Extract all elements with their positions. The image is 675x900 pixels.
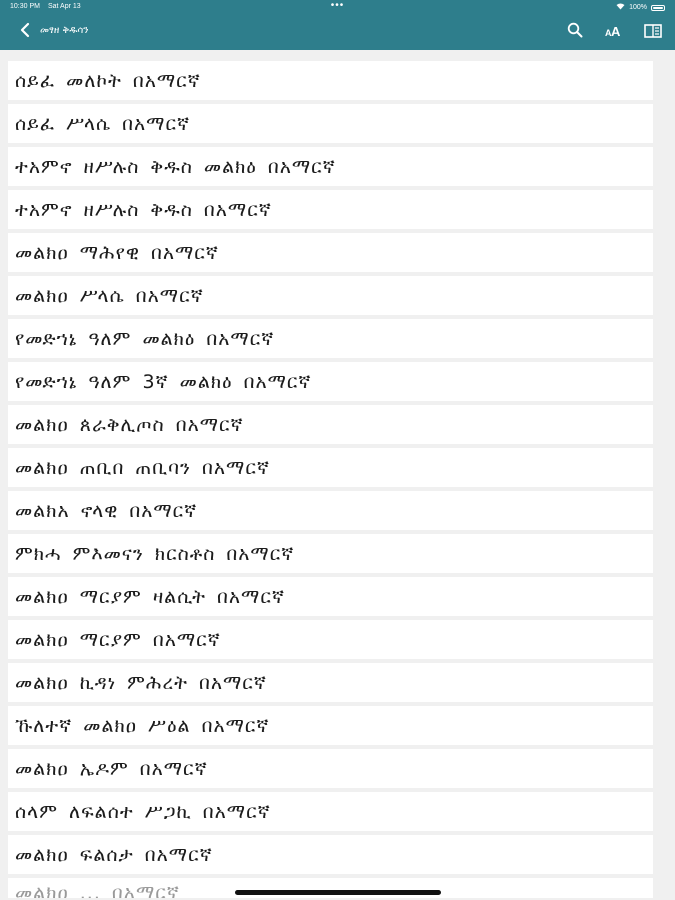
list-item[interactable]: የመድኀኔ ዓለም 3ኛ መልክዕ በአማርኛ (8, 362, 653, 401)
list-item[interactable]: ሰላም ለፍልሰተ ሥጋኪ በአማርኛ (8, 792, 653, 831)
multitasking-dots[interactable]: ••• (0, 0, 675, 12)
list-item[interactable]: መልክዐ ሥላሴ በአማርኛ (8, 276, 653, 315)
list-item[interactable]: መልክዐ ማሕየዊ በአማርኛ (8, 233, 653, 272)
list-item[interactable]: መልክዐ ጠቢበ ጠቢባን በአማርኛ (8, 448, 653, 487)
list-item[interactable]: ተአምኖ ዘሥሉስ ቅዱስ መልክዕ በአማርኛ (8, 147, 653, 186)
list-item[interactable]: መልክዐ ፍልሰታ በአማርኛ (8, 835, 653, 874)
font-size-button[interactable]: AA (603, 21, 625, 43)
page-title: መፃዘ ቅዱሳን (40, 25, 89, 36)
list-item[interactable]: መልክዐ ጰራቅሊጦስ በአማርኛ (8, 405, 653, 444)
list-item[interactable]: ምክሓ ምእመናን ክርስቶስ በአማርኛ (8, 534, 653, 573)
list-item[interactable]: ተአምኖ ዘሥሉስ ቅዱስ በአማርኛ (8, 190, 653, 229)
chevron-left-icon (19, 22, 31, 42)
status-right: 100% (616, 3, 665, 12)
back-button[interactable] (14, 21, 36, 43)
prayer-list[interactable]: ሰይፈ መለኮት በአማርኛ ሰይፈ ሥላሴ በአማርኛ ተአምኖ ዘሥሉስ ቅ… (0, 50, 675, 900)
list-item[interactable]: ሰይፈ ሥላሴ በአማርኛ (8, 104, 653, 143)
battery-percent: 100% (629, 4, 647, 11)
search-button[interactable] (564, 21, 586, 43)
wifi-icon (616, 3, 625, 12)
list-item-partial[interactable]: መልክዐ ... በአማርኛ (8, 878, 653, 898)
list-item[interactable]: መልክዐ ኤዶም በአማርኛ (8, 749, 653, 788)
reader-button[interactable] (642, 21, 664, 43)
search-icon (567, 22, 583, 42)
list-item[interactable]: የመድኀኔ ዓለም መልክዕ በአማርኛ (8, 319, 653, 358)
font-size-icon: AA (605, 24, 623, 41)
list-item[interactable]: መልክዐ ማርያም በአማርኛ (8, 620, 653, 659)
home-indicator[interactable] (235, 890, 441, 895)
list-item[interactable]: መልክዐ ኪዳነ ምሕረት በአማርኛ (8, 663, 653, 702)
svg-text:A: A (611, 24, 621, 38)
list-item[interactable]: መልክአ ኖላዊ በአማርኛ (8, 491, 653, 530)
list-item[interactable]: መልክዐ ማርያም ዛልሲት በአማርኛ (8, 577, 653, 616)
book-icon (644, 23, 662, 42)
navigation-bar: መፃዘ ቅዱሳን AA (0, 14, 675, 50)
status-bar: 10:30 PM Sat Apr 13 ••• 100% (0, 0, 675, 14)
battery-icon (651, 4, 665, 11)
list-item[interactable]: ሰይፈ መለኮት በአማርኛ (8, 61, 653, 100)
list-item[interactable]: ኹለተኛ መልክዐ ሥዕል በአማርኛ (8, 706, 653, 745)
